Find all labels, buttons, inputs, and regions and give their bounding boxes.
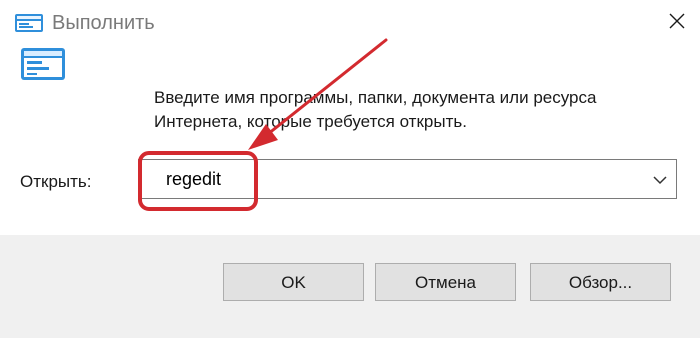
window-title: Выполнить bbox=[52, 12, 155, 34]
highlight-box bbox=[138, 151, 258, 211]
open-label: Открыть: bbox=[20, 172, 92, 191]
browse-button[interactable]: Обзор... bbox=[530, 263, 671, 301]
close-icon bbox=[669, 13, 685, 29]
ok-button[interactable]: OK bbox=[223, 263, 364, 301]
chevron-down-icon[interactable] bbox=[652, 173, 668, 185]
close-button[interactable] bbox=[654, 0, 700, 44]
run-app-icon bbox=[14, 11, 44, 35]
run-dialog: Выполнить Введите имя программы, папки, … bbox=[0, 0, 700, 338]
cancel-button[interactable]: Отмена bbox=[375, 263, 516, 301]
run-large-icon bbox=[18, 46, 68, 82]
title-bar: Выполнить bbox=[0, 0, 700, 50]
instruction-text: Введите имя программы, папки, документа … bbox=[154, 88, 597, 131]
